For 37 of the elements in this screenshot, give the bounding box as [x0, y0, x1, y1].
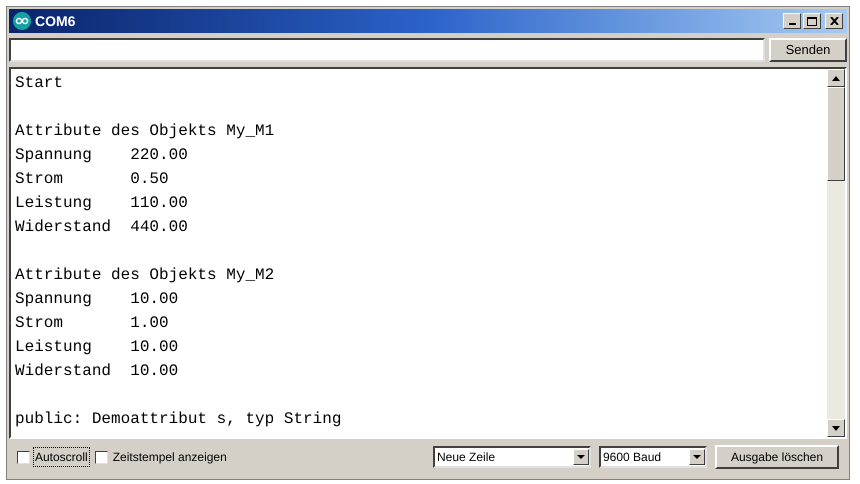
checkbox-label[interactable]: Autoscroll: [34, 448, 89, 466]
baud-rate-dropdown[interactable]: 9600 Baud: [599, 446, 707, 468]
output-line: Spannung 10.00: [15, 289, 178, 310]
line-ending-dropdown[interactable]: Neue Zeile: [433, 446, 591, 468]
scroll-thumb[interactable]: [827, 87, 845, 181]
output-line: Leistung 110.00: [15, 193, 188, 214]
scroll-up-button[interactable]: [827, 69, 845, 87]
output-line: Strom 1.00: [15, 313, 169, 334]
output-line: Spannung 220.00: [15, 145, 188, 166]
clear-output-button[interactable]: Ausgabe löschen: [715, 445, 839, 469]
output-line: Widerstand 10.00: [15, 361, 178, 382]
minimize-button[interactable]: [783, 13, 801, 29]
up-arrow-icon: [832, 76, 840, 80]
minimize-icon: [788, 23, 796, 25]
maximize-icon: [807, 16, 817, 26]
output-line: Attribute des Objekts My_M1: [15, 121, 274, 142]
baud-rate-value: 9600 Baud: [602, 449, 662, 466]
down-arrow-icon: [832, 426, 840, 430]
scroll-down-button[interactable]: [827, 419, 845, 437]
output-line: Start: [15, 73, 64, 94]
line-ending-value: Neue Zeile: [436, 449, 496, 466]
checkbox[interactable]: [94, 450, 108, 464]
output-line: Strom 0.50: [15, 169, 169, 190]
infinity-logo-icon: [13, 12, 31, 30]
window-title: COM6: [35, 12, 76, 30]
output-line: public: Demoattribut s, typ String: [15, 409, 342, 430]
input-field[interactable]: [9, 38, 765, 62]
checkbox[interactable]: [17, 450, 30, 464]
checkbox-label[interactable]: Zeitstempel anzeigen: [112, 448, 228, 466]
scrollbar[interactable]: [827, 69, 845, 437]
output-line: Widerstand 440.00: [15, 217, 188, 238]
output-line: Attribute des Objekts My_M2: [15, 265, 274, 286]
send-button[interactable]: Senden: [769, 38, 847, 62]
maximize-button[interactable]: [803, 13, 821, 29]
close-button[interactable]: [825, 13, 843, 29]
output-line: Leistung 10.00: [15, 337, 178, 358]
close-icon: [830, 17, 838, 25]
